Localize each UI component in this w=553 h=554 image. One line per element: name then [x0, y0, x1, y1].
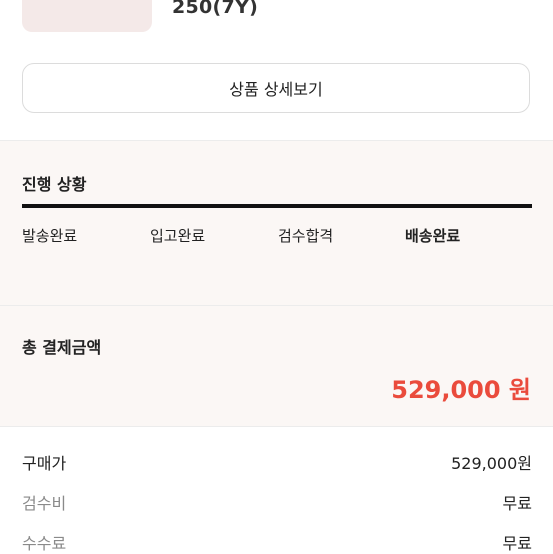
product-thumbnail[interactable] [22, 0, 152, 32]
price-row-commission: 수수료 무료 [22, 530, 532, 554]
total-payment-amount: 529,000 원 [391, 376, 531, 404]
row-value: 무료 [502, 494, 532, 513]
row-value: 무료 [502, 534, 532, 553]
step-delivered: 배송완료 [405, 227, 461, 245]
step-inspection-passed: 검수합격 [278, 227, 334, 245]
product-size: 250(7Y) [172, 0, 259, 18]
row-label: 구매가 [22, 454, 67, 473]
row-label: 검수비 [22, 494, 67, 513]
section-divider [0, 426, 553, 427]
progress-section: 진행 상황 발송완료 입고완료 검수합격 배송완료 [0, 141, 553, 305]
price-row-purchase: 구매가 529,000원 [22, 450, 532, 474]
row-label: 수수료 [22, 534, 67, 553]
product-detail-button[interactable]: 상품 상세보기 [22, 63, 530, 113]
progress-bar [22, 204, 532, 208]
step-shipped: 발송완료 [22, 227, 78, 245]
total-payment-section: 총 결제금액 529,000 원 [0, 306, 553, 426]
progress-title: 진행 상황 [22, 175, 87, 194]
step-received: 입고완료 [150, 227, 206, 245]
price-row-inspection-fee: 검수비 무료 [22, 490, 532, 514]
total-payment-label: 총 결제금액 [22, 338, 102, 357]
row-value: 529,000원 [451, 454, 532, 473]
product-summary: 250(7Y) [0, 0, 553, 44]
